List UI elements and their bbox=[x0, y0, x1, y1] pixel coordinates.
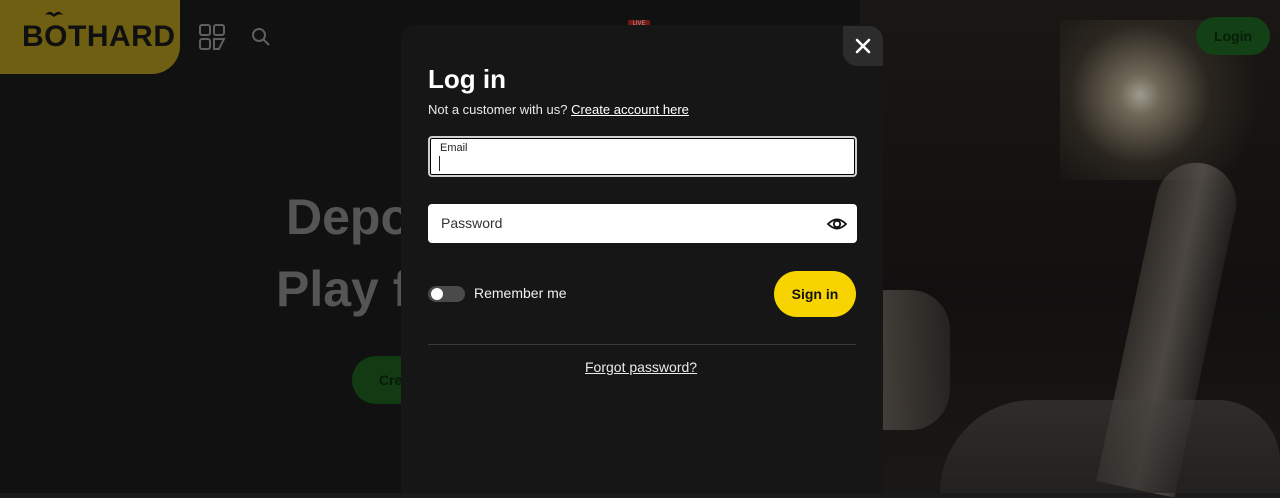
toggle-knob bbox=[431, 288, 443, 300]
signup-prompt-text: Not a customer with us? bbox=[428, 102, 568, 117]
create-account-link[interactable]: Create account here bbox=[571, 102, 689, 117]
forgot-password-link[interactable]: Forgot password? bbox=[585, 359, 697, 375]
password-field[interactable]: Password bbox=[428, 204, 857, 243]
text-caret bbox=[439, 156, 440, 171]
close-button[interactable] bbox=[843, 26, 883, 66]
password-placeholder: Password bbox=[441, 215, 503, 231]
signup-prompt: Not a customer with us? Create account h… bbox=[428, 102, 689, 117]
login-modal bbox=[401, 25, 883, 493]
email-field[interactable]: Email bbox=[428, 136, 857, 177]
remember-me-toggle[interactable] bbox=[428, 286, 465, 302]
modal-title: Log in bbox=[428, 64, 506, 94]
close-icon bbox=[855, 38, 871, 54]
eye-icon[interactable] bbox=[827, 214, 847, 234]
remember-me-label[interactable]: Remember me bbox=[474, 285, 567, 301]
email-label: Email bbox=[440, 142, 468, 154]
divider bbox=[428, 344, 856, 345]
sign-in-button[interactable]: Sign in bbox=[774, 271, 856, 317]
